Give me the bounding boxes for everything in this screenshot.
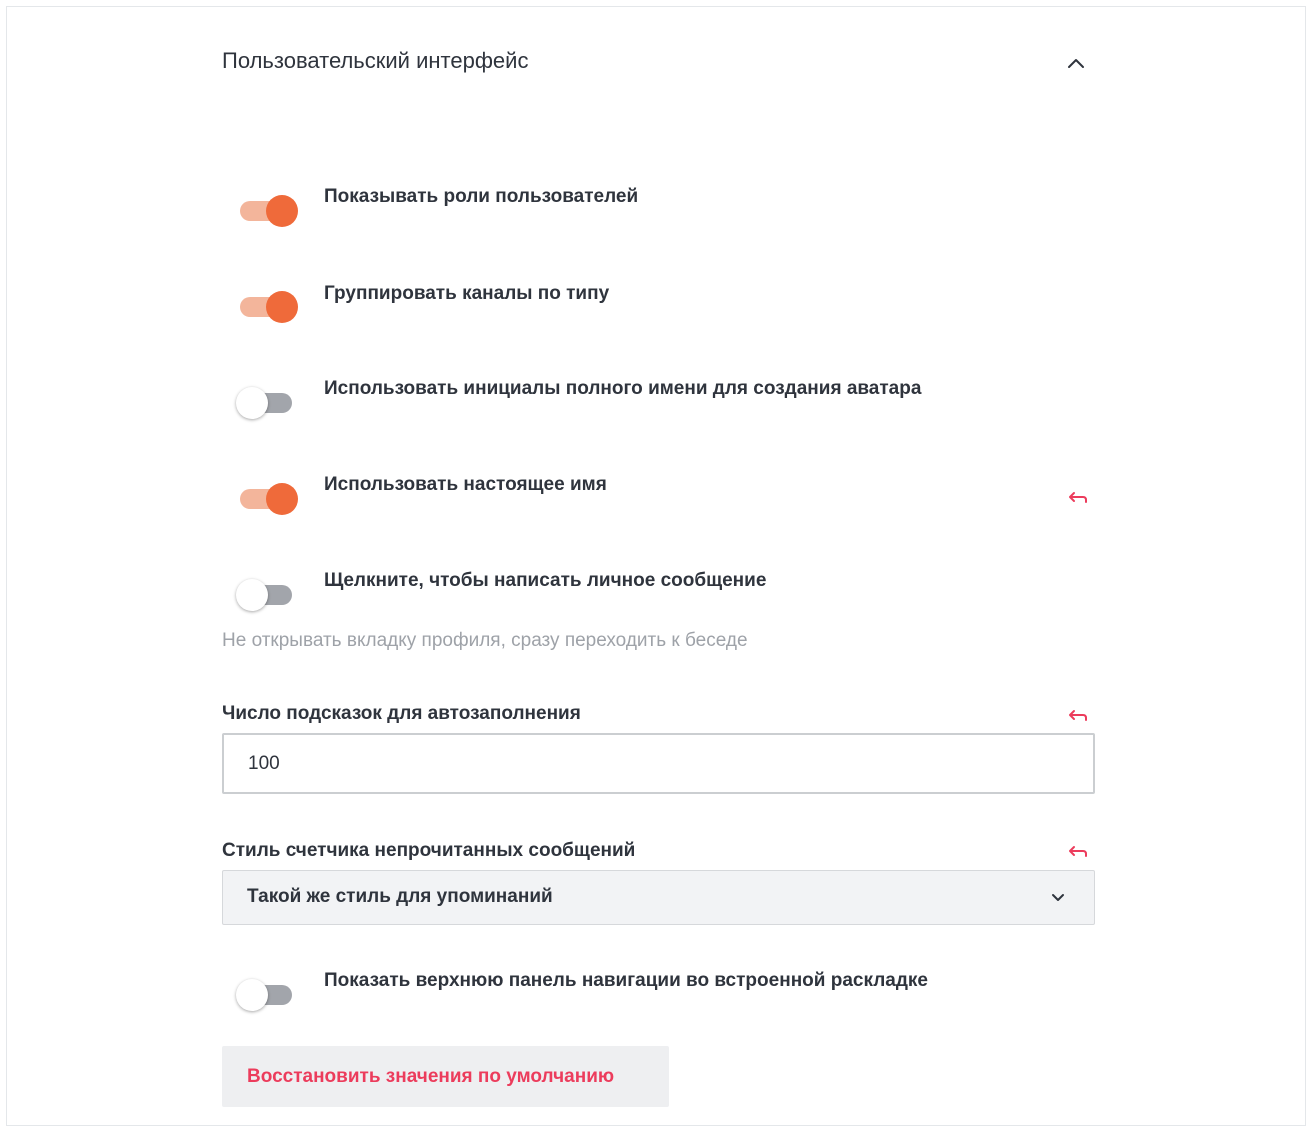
undo-arrow-icon — [1069, 710, 1087, 721]
chevron-up-icon — [1068, 59, 1084, 68]
collapse-button[interactable] — [1062, 50, 1090, 78]
toggle-show-roles[interactable] — [236, 191, 300, 227]
label-direct-message: Щелкните, чтобы написать личное сообщени… — [324, 570, 767, 591]
label-group-channels: Группировать каналы по типу — [324, 283, 610, 304]
direct-message-hint: Не открывать вкладку профиля, сразу пере… — [222, 630, 748, 651]
section-title: Пользовательский интерфейс — [222, 48, 529, 73]
reset-unread-counter-button[interactable] — [1066, 843, 1088, 859]
label-real-name: Использовать настоящее имя — [324, 474, 607, 495]
toggle-knob — [266, 483, 298, 515]
toggle-knob — [266, 291, 298, 323]
unread-counter-select[interactable]: Такой же стиль для упоминаний — [222, 870, 1095, 925]
unread-counter-selected: Такой же стиль для упоминаний — [247, 886, 553, 907]
chevron-down-icon — [1052, 894, 1064, 901]
label-top-navbar: Показать верхнюю панель навигации во вст… — [324, 970, 928, 991]
undo-arrow-icon — [1069, 492, 1087, 503]
toggle-knob — [236, 979, 268, 1011]
reset-real-name-button[interactable] — [1066, 489, 1088, 505]
autocomplete-label: Число подсказок для автозаполнения — [222, 703, 581, 724]
label-avatar-initials: Использовать инициалы полного имени для … — [324, 378, 922, 399]
toggle-real-name[interactable] — [236, 479, 300, 515]
toggle-knob — [236, 387, 268, 419]
toggle-avatar-initials[interactable] — [236, 383, 300, 419]
toggle-top-navbar[interactable] — [236, 975, 300, 1011]
toggle-direct-message[interactable] — [236, 575, 300, 611]
toggle-group-channels[interactable] — [236, 287, 300, 323]
settings-panel — [6, 6, 1306, 1126]
toggle-knob — [266, 195, 298, 227]
toggle-knob — [236, 579, 268, 611]
restore-defaults-button[interactable]: Восстановить значения по умолчанию — [222, 1046, 669, 1107]
reset-autocomplete-button[interactable] — [1066, 707, 1088, 723]
label-show-roles: Показывать роли пользователей — [324, 186, 639, 207]
autocomplete-count-input[interactable] — [222, 733, 1095, 794]
unread-counter-label: Стиль счетчика непрочитанных сообщений — [222, 840, 636, 861]
undo-arrow-icon — [1069, 846, 1087, 857]
